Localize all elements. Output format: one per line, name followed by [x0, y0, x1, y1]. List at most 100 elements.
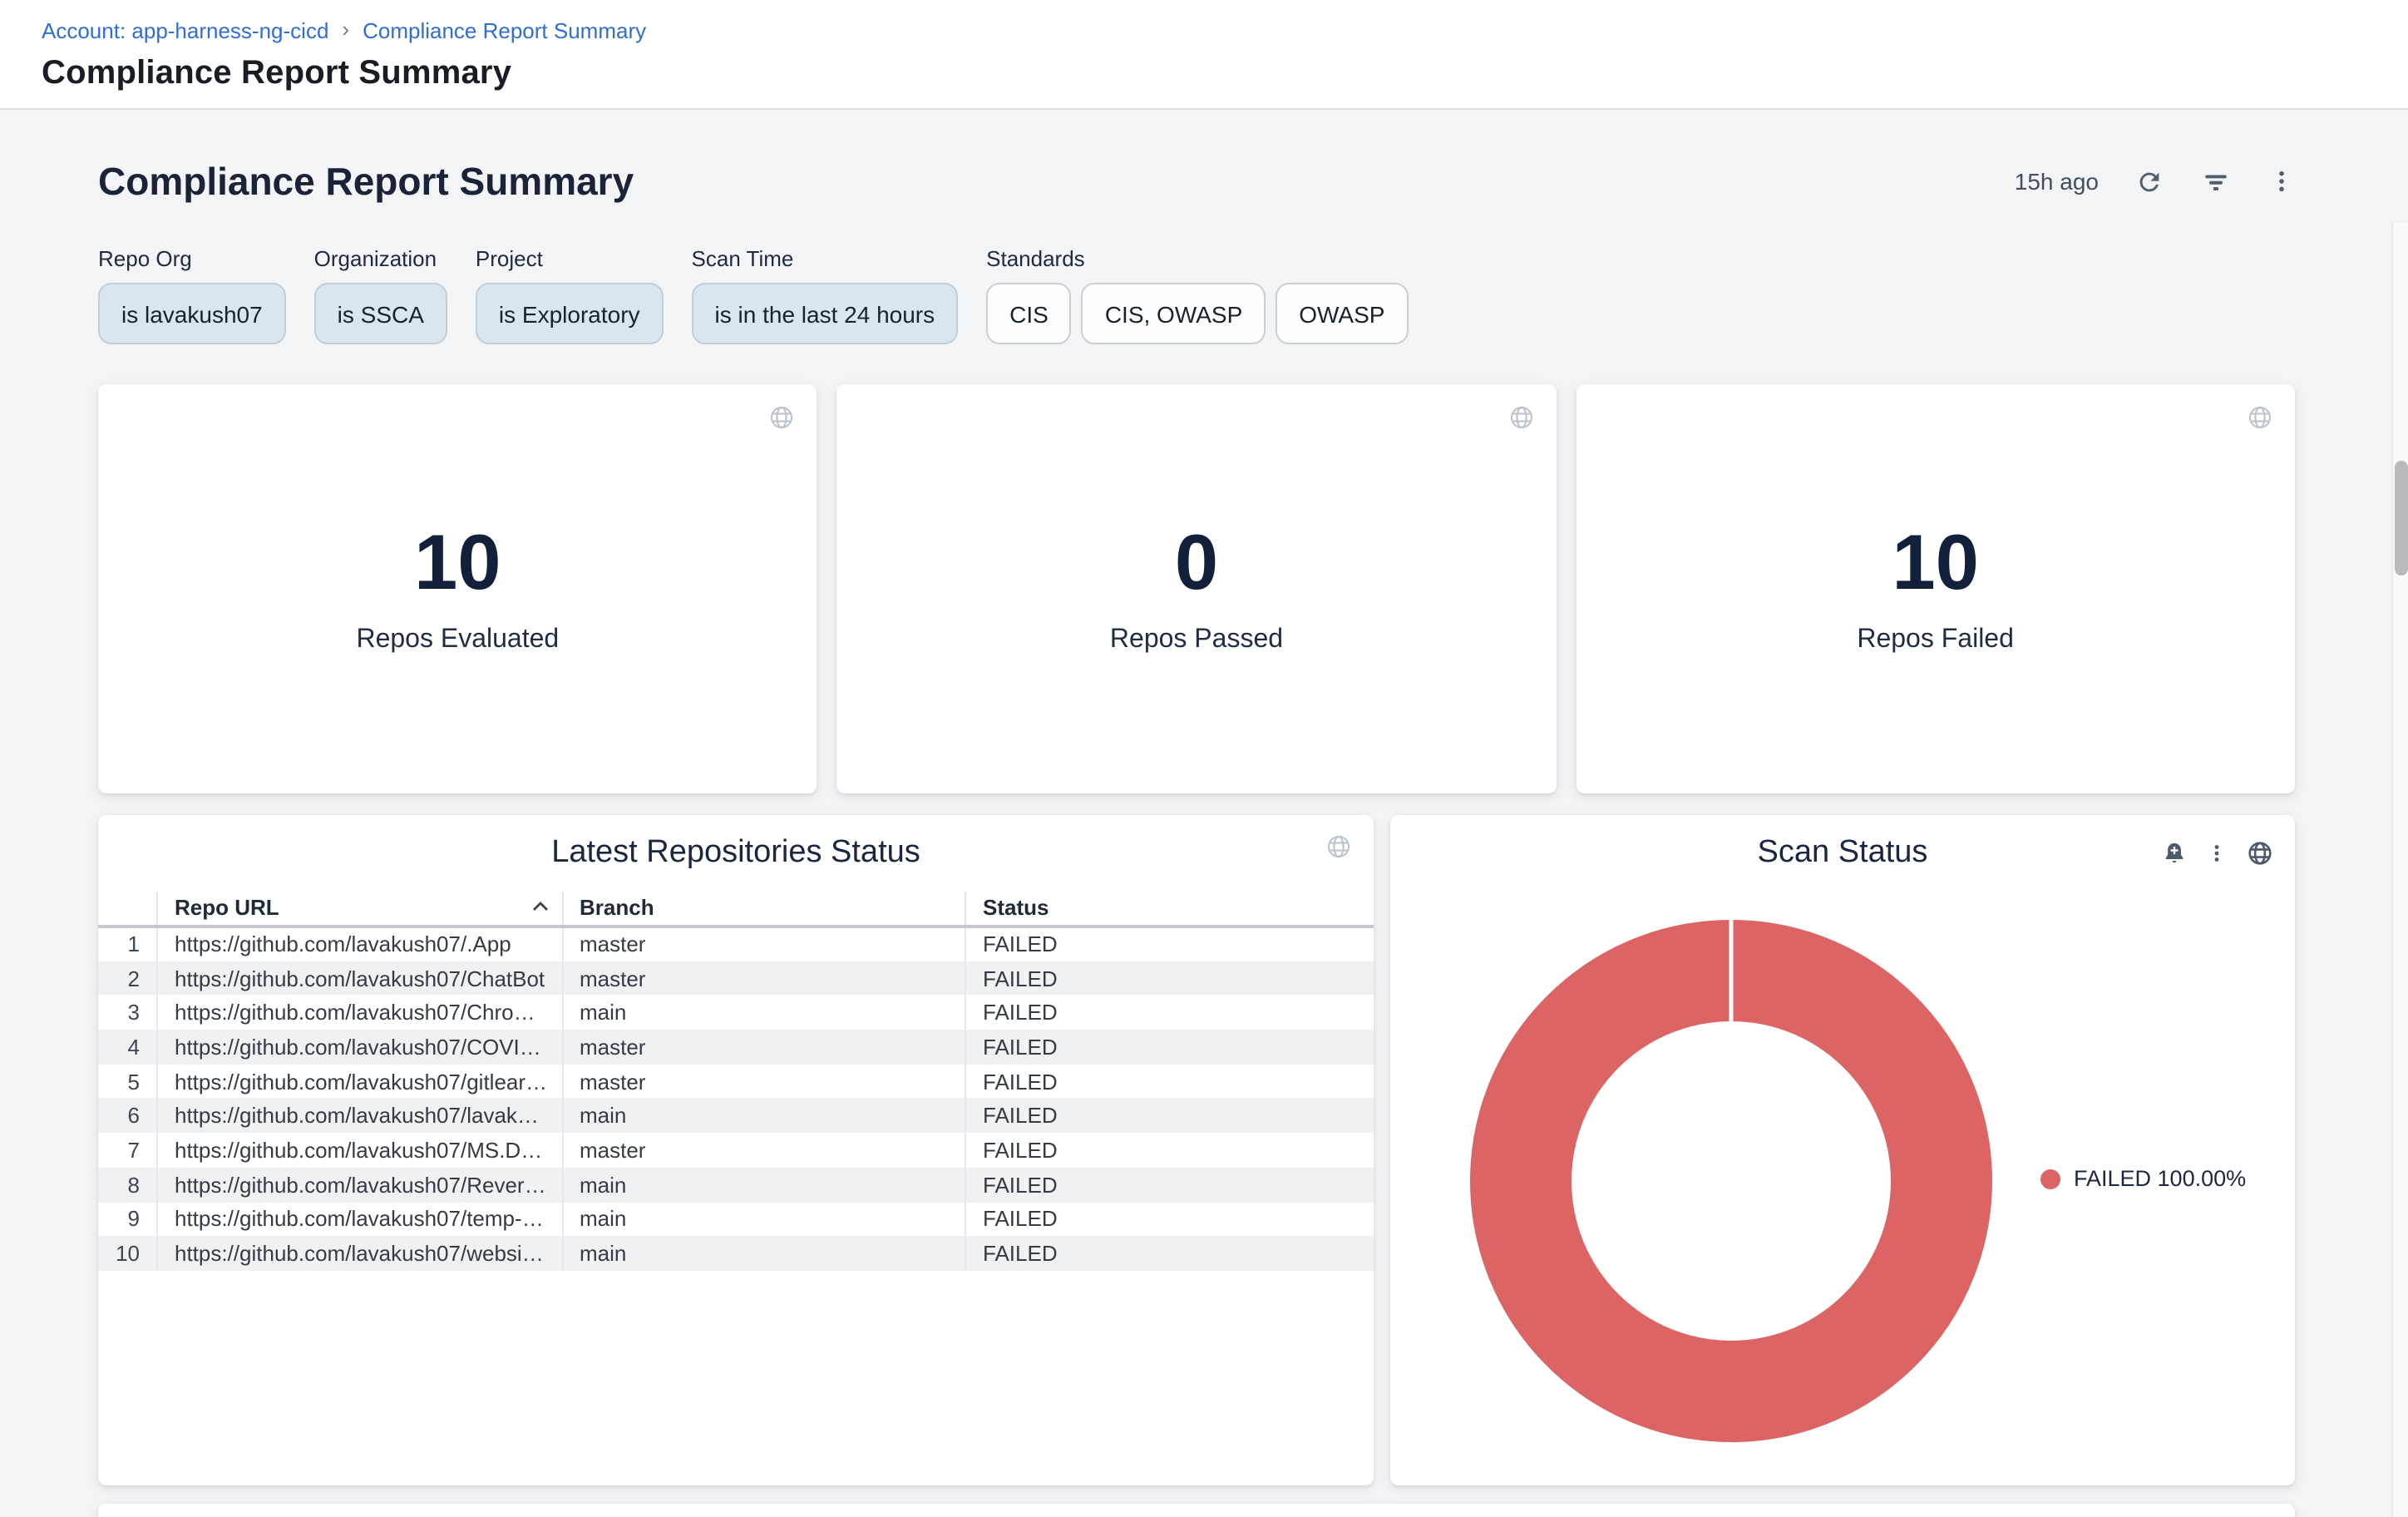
column-header-branch[interactable]: Branch [562, 892, 965, 927]
scan-panel-actions [2162, 815, 2273, 892]
table-row[interactable]: 8https://github.com/lavakush07/Reverse-…… [98, 1168, 1374, 1202]
status-cell: FAILED [965, 996, 1374, 1030]
filter-group-repo-org: Repo Orgis lavakush07 [98, 246, 286, 344]
stat-label: Repos Passed [1110, 625, 1283, 655]
alert-bell-button[interactable] [2162, 840, 2187, 867]
status-cell: FAILED [965, 961, 1374, 995]
breadcrumb: Account: app-harness-ng-cicd › Complianc… [42, 18, 646, 43]
branch-cell: master [562, 1065, 965, 1099]
branch-cell: main [562, 1168, 965, 1202]
breadcrumb-separator-icon: › [342, 17, 349, 42]
table-row[interactable]: 1https://github.com/lavakush07/.Appmaste… [98, 927, 1374, 961]
column-header-status[interactable]: Status [965, 892, 1374, 927]
scrollbar-thumb[interactable] [2395, 461, 2408, 576]
status-cell: FAILED [965, 1133, 1374, 1167]
branch-cell: main [562, 1099, 965, 1133]
scan-status-panel: Scan Status [1390, 815, 2295, 1485]
globe-icon[interactable] [769, 404, 796, 431]
row-number-cell: 9 [98, 1202, 157, 1236]
repo-url-cell: https://github.com/lavakush07/COVID_T… [157, 1030, 562, 1064]
table-row[interactable]: 7https://github.com/lavakush07/MS.DHO…ma… [98, 1133, 1374, 1167]
status-cell: FAILED [965, 1099, 1374, 1133]
row-number-cell: 6 [98, 1099, 157, 1133]
filter-group-project: Project is Exploratory [476, 246, 664, 344]
donut-slice-failed[interactable] [1521, 971, 1942, 1391]
table-row[interactable]: 2https://github.com/lavakush07/ChatBotma… [98, 961, 1374, 995]
table-row[interactable]: 6https://github.com/lavakush07/lavakush…… [98, 1099, 1374, 1133]
repo-url-cell: https://github.com/lavakush07/Reverse-… [157, 1168, 562, 1202]
filter-chip-cis-owasp[interactable]: CIS, OWASP [1082, 283, 1266, 344]
legend-label: FAILED 100.00% [2074, 1166, 2246, 1191]
status-cell: FAILED [965, 1065, 1374, 1099]
globe-icon [2247, 840, 2273, 867]
page-title: Compliance Report Summary [42, 55, 511, 93]
dashboard-content-area: Compliance Report Summary 15h ago [0, 111, 2408, 1517]
stat-value: 0 [1175, 522, 1218, 600]
branch-cell: master [562, 1133, 965, 1167]
filter-chip-row: is lavakush07 [98, 283, 286, 344]
filter-label: Project [476, 246, 664, 271]
branch-cell: main [562, 1202, 965, 1236]
filter-chip-owasp[interactable]: OWASP [1276, 283, 1408, 344]
filter-bar: Repo Orgis lavakush07 Organization is SSCA… [98, 246, 2295, 344]
stat-card-repos-evaluated: 10Repos Evaluated [98, 384, 817, 793]
branch-cell: master [562, 961, 965, 995]
legend-item-failed-100-00[interactable]: FAILED 100.00% [2040, 1166, 2246, 1191]
filter-group-organization: Organization is SSCA [314, 246, 447, 344]
filter-chip-row: is in the last 24 hours [692, 283, 959, 344]
scan-panel-globe-button[interactable] [2247, 840, 2273, 867]
stat-cards-row: 10Repos Evaluated 0 Repos Passed 10Repos Fa… [98, 384, 2295, 793]
scan-panel-header: Scan Status [1390, 815, 2295, 892]
filter-chip-is-exploratory[interactable]: is Exploratory [476, 283, 664, 344]
repo-url-cell: https://github.com/lavakush07/gitlearni… [157, 1065, 562, 1099]
repo-url-header-label: Repo URL [175, 894, 279, 919]
panels-row: Latest Repositories Status [98, 815, 2295, 1485]
branch-cell: master [562, 1030, 965, 1064]
row-number-cell: 8 [98, 1168, 157, 1202]
compliance-report-page: Account: app-harness-ng-cicd › Complianc… [0, 0, 2408, 1517]
stat-value: 10 [1892, 522, 1979, 600]
latest-repositories-panel: Latest Repositories Status [98, 815, 1374, 1485]
last-updated-label: 15h ago [2015, 168, 2099, 195]
scan-panel-more-button[interactable] [2207, 842, 2227, 865]
repo-url-cell: https://github.com/lavakush07/MS.DHO… [157, 1133, 562, 1167]
more-options-button[interactable] [2268, 168, 2295, 195]
filter-button[interactable] [2200, 166, 2232, 197]
globe-icon[interactable] [1507, 404, 1534, 431]
table-row[interactable]: 4https://github.com/lavakush07/COVID_T…m… [98, 1030, 1374, 1064]
scrollbar-track[interactable] [2391, 223, 2408, 1517]
filter-label: Scan Time [692, 246, 959, 271]
repo-url-cell: https://github.com/lavakush07/Chrome-… [157, 996, 562, 1030]
status-cell: FAILED [965, 1202, 1374, 1236]
breadcrumb-current-link[interactable]: Compliance Report Summary [363, 18, 646, 43]
table-row[interactable]: 5https://github.com/lavakush07/gitlearni… [98, 1065, 1374, 1099]
filter-chip-row: is SSCA [314, 283, 447, 344]
filter-label: Organization [314, 246, 447, 271]
row-number-cell: 10 [98, 1236, 157, 1270]
repo-url-cell: https://github.com/lavakush07/website-1 [157, 1236, 562, 1270]
table-panel-title: Latest Repositories Status [551, 835, 920, 872]
table-row[interactable]: 3https://github.com/lavakush07/Chrome-…m… [98, 996, 1374, 1030]
repo-url-cell: https://github.com/lavakush07/ChatBot [157, 961, 562, 995]
status-cell: FAILED [965, 1030, 1374, 1064]
dashboard-title: Compliance Report Summary [98, 159, 634, 204]
row-number-cell: 7 [98, 1133, 157, 1167]
branch-cell: master [562, 927, 965, 961]
breadcrumb-account-link[interactable]: Account: app-harness-ng-cicd [42, 18, 328, 43]
filter-chip-is-lavakush07[interactable]: is lavakush07 [98, 283, 286, 344]
column-header-row-number [98, 892, 157, 927]
globe-icon[interactable] [2247, 404, 2273, 431]
status-cell: FAILED [965, 1168, 1374, 1202]
filter-chip-cis[interactable]: CIS [986, 283, 1072, 344]
filter-chip-is-in-the-last-24-hours[interactable]: is in the last 24 hours [692, 283, 959, 344]
table-row[interactable]: 10https://github.com/lavakush07/website-… [98, 1236, 1374, 1270]
kebab-menu-icon [2207, 842, 2227, 865]
refresh-button[interactable] [2135, 167, 2164, 195]
globe-icon[interactable] [1325, 833, 1352, 860]
chart-legend: FAILED 100.00% [2040, 1166, 2246, 1191]
column-header-repo-url[interactable]: Repo URL [157, 892, 562, 927]
stat-card-repos-failed: 10Repos Failed [1576, 384, 2295, 793]
table-row[interactable]: 9https://github.com/lavakush07/temp-no…m… [98, 1202, 1374, 1236]
filter-chip-is-ssca[interactable]: is SSCA [314, 283, 447, 344]
filter-chip-row: CISCIS, OWASPOWASP [986, 283, 1408, 344]
